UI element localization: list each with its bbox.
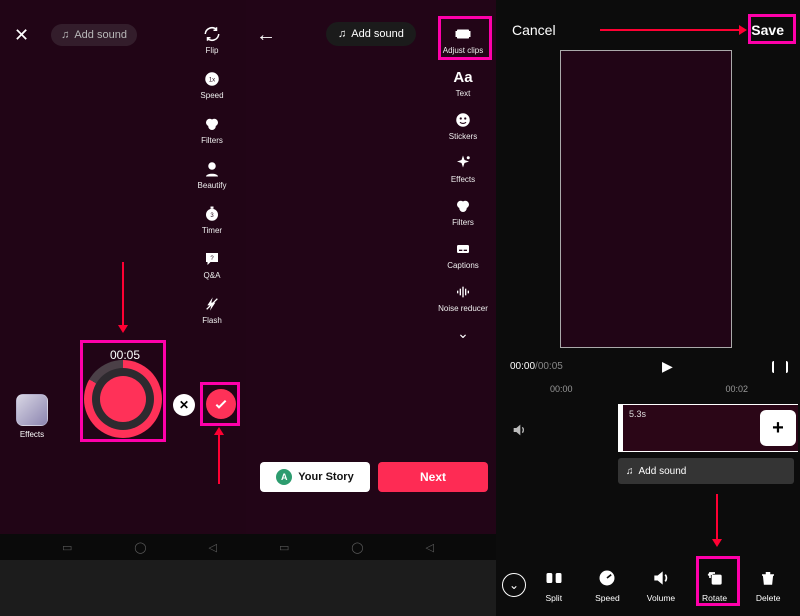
- record-button[interactable]: [84, 360, 162, 438]
- tool-effects[interactable]: Effects: [451, 153, 475, 184]
- tool-qa[interactable]: ? Q&A: [188, 249, 236, 280]
- tool-stickers[interactable]: Stickers: [449, 110, 477, 141]
- play-total-time: /00:05: [535, 361, 563, 372]
- filters-icon: [202, 114, 222, 134]
- add-sound-label: Add sound: [74, 29, 127, 41]
- android-nav-bar: ▭ ◯ ◁ ▭ ◯ ◁: [0, 534, 496, 560]
- tool-speed[interactable]: Speed: [582, 567, 634, 603]
- collapse-icon[interactable]: ⌄: [502, 573, 526, 597]
- add-clip-button[interactable]: +: [760, 410, 796, 446]
- chevron-down-icon[interactable]: ⌄: [457, 325, 469, 342]
- timeline-ruler: 00:00 00:02: [510, 384, 788, 394]
- annotation-arrow: [600, 29, 740, 31]
- edit-screen: Cancel Save 00:00/00:05 ▶ 00:00 00:02 5.…: [496, 0, 800, 616]
- play-icon[interactable]: ▶: [563, 358, 772, 375]
- effects-button[interactable]: Effects: [16, 394, 48, 439]
- svg-text:1x: 1x: [209, 77, 215, 83]
- beautify-icon: [202, 159, 222, 179]
- nav-back-icon[interactable]: ◁: [209, 541, 217, 554]
- tool-flip[interactable]: Flip: [188, 24, 236, 55]
- discard-button[interactable]: ✕: [173, 394, 195, 416]
- add-sound-pill[interactable]: ♫ Add sound: [51, 24, 137, 46]
- stickers-icon: [453, 110, 473, 130]
- check-icon: [213, 396, 229, 412]
- music-note-icon: ♫: [626, 466, 634, 477]
- tool-flash[interactable]: Flash: [188, 294, 236, 325]
- timeline-mark: 00:00: [550, 384, 573, 394]
- music-note-icon: ♫: [61, 29, 69, 41]
- back-icon[interactable]: ←: [256, 24, 276, 47]
- flip-icon: [202, 24, 222, 44]
- qa-icon: ?: [202, 249, 222, 269]
- add-sound-pill[interactable]: ♫ Add sound: [326, 22, 416, 46]
- music-note-icon: ♫: [338, 28, 346, 40]
- edit-toolbar: ⌄ Split Speed Volume Rotate Delete: [496, 554, 800, 616]
- timer-icon: 3: [202, 204, 222, 224]
- tool-captions[interactable]: Captions: [447, 239, 479, 270]
- avatar-icon: A: [276, 469, 292, 485]
- next-button[interactable]: Next: [378, 462, 488, 492]
- noise-reducer-icon: [453, 282, 473, 302]
- plus-icon: +: [772, 417, 784, 440]
- nav-recent-icon[interactable]: ▭: [279, 541, 289, 554]
- captions-icon: [453, 239, 473, 259]
- annotation-arrow: [218, 434, 220, 484]
- tool-speed[interactable]: 1x Speed: [188, 69, 236, 100]
- adjust-clips-icon: [453, 24, 473, 44]
- play-current-time: 00:00: [510, 361, 535, 372]
- clip-duration: 5.3s: [629, 409, 646, 419]
- fullscreen-icon[interactable]: [772, 361, 788, 373]
- tool-filters[interactable]: Filters: [452, 196, 474, 227]
- nav-back-icon[interactable]: ◁: [426, 541, 434, 554]
- text-icon: Aa: [453, 67, 473, 87]
- tool-noise-reducer[interactable]: Noise reducer: [438, 282, 488, 313]
- cancel-button[interactable]: Cancel: [512, 22, 556, 38]
- rotate-icon: [704, 567, 726, 589]
- nav-home-icon[interactable]: ◯: [134, 541, 146, 554]
- effects-thumb-icon: [16, 394, 48, 426]
- timeline-mark: 00:02: [725, 384, 748, 394]
- playback-bar: 00:00/00:05 ▶: [510, 358, 788, 375]
- tool-delete[interactable]: Delete: [742, 567, 794, 603]
- split-icon: [543, 567, 565, 589]
- record-tools-rail: Flip 1x Speed Filters Beautify 3 Timer ?…: [188, 24, 236, 325]
- speed-icon: 1x: [202, 69, 222, 89]
- effects-icon: [453, 153, 473, 173]
- save-button[interactable]: Save: [751, 22, 784, 38]
- tool-text[interactable]: Aa Text: [453, 67, 473, 98]
- tool-filters[interactable]: Filters: [188, 114, 236, 145]
- add-sound-strip[interactable]: ♫ Add sound: [618, 458, 794, 484]
- filters-icon: [453, 196, 473, 216]
- tool-split[interactable]: Split: [528, 567, 580, 603]
- nav-recent-icon[interactable]: ▭: [62, 541, 72, 554]
- your-story-button[interactable]: A Your Story: [260, 462, 370, 492]
- volume-icon[interactable]: [510, 422, 528, 438]
- confirm-button[interactable]: [206, 389, 236, 419]
- volume-icon: [650, 567, 672, 589]
- discard-x-icon: ✕: [179, 398, 189, 412]
- preview-tools-rail: Adjust clips Aa Text Stickers Effects Fi…: [436, 24, 490, 342]
- speed-icon: [596, 567, 618, 589]
- tool-volume[interactable]: Volume: [635, 567, 687, 603]
- flash-icon: [202, 294, 222, 314]
- tool-beautify[interactable]: Beautify: [188, 159, 236, 190]
- close-icon[interactable]: ✕: [14, 25, 29, 46]
- annotation-arrow: [122, 262, 124, 326]
- tool-timer[interactable]: 3 Timer: [188, 204, 236, 235]
- tool-adjust-clips[interactable]: Adjust clips: [443, 24, 483, 55]
- video-preview: [560, 50, 732, 348]
- tool-rotate[interactable]: Rotate: [689, 567, 741, 603]
- annotation-arrow: [716, 494, 718, 540]
- nav-home-icon[interactable]: ◯: [351, 541, 363, 554]
- trash-icon: [757, 567, 779, 589]
